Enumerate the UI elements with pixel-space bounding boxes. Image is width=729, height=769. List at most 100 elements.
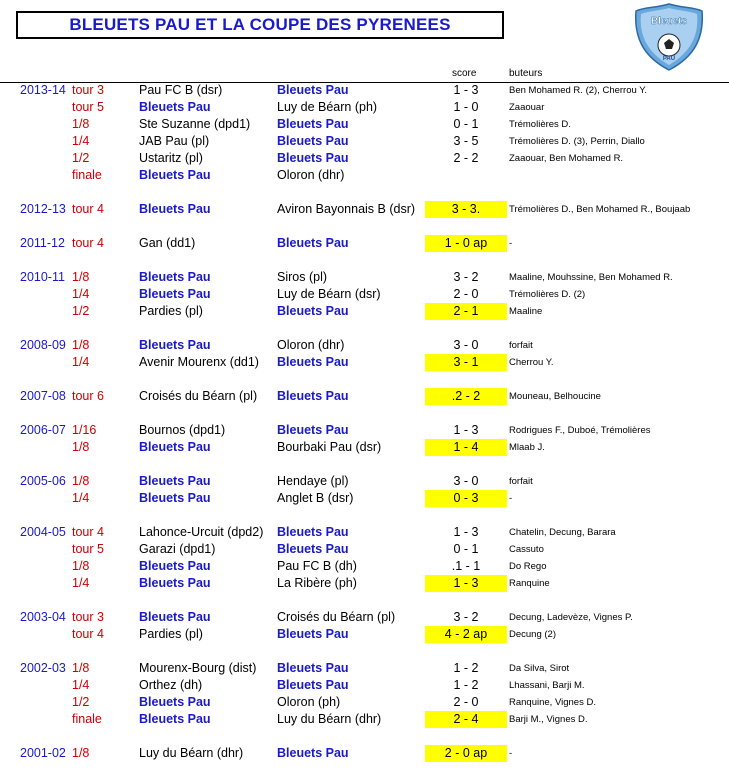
match-score: 0 - 3: [425, 490, 507, 507]
match-score: 1 - 3: [453, 83, 479, 97]
round-label: tour 4: [72, 202, 104, 216]
home-team: Bleuets Pau: [139, 100, 211, 114]
round-label: 1/4: [72, 576, 90, 590]
home-team: JAB Pau (pl): [139, 134, 210, 148]
home-team: Garazi (dpd1): [139, 542, 216, 556]
page-title: BLEUETS PAU ET LA COUPE DES PYRENEES: [16, 11, 504, 39]
home-team: Pau FC B (dsr): [139, 83, 223, 97]
home-team: Bleuets Pau: [139, 576, 211, 590]
round-label: tour 4: [72, 525, 104, 539]
match-row: 1/2 Bleuets Pau Oloron (ph) 2 - 0 Ranquine, …: [0, 694, 729, 711]
match-row: 1/8 Ste Suzanne (dpd1) Bleuets Pau 0 - 1 Tré…: [0, 116, 729, 133]
round-label: finale: [72, 168, 102, 182]
match-row: 2003-04 tour 3 Bleuets Pau Croisés du Béarn…: [0, 609, 729, 626]
scorers-list: Rodrigues F., Duboé, Trémolières: [509, 425, 651, 436]
away-team: Luy de Béarn (ph): [277, 100, 378, 114]
match-score: 0 - 1: [453, 117, 479, 131]
round-label: 1/8: [72, 117, 90, 131]
scorers-list: Do Rego: [509, 561, 547, 572]
club-logo: Bleuets PAU: [634, 3, 704, 71]
away-team: Bleuets Pau: [277, 678, 349, 692]
match-row: 1/4 JAB Pau (pl) Bleuets Pau 3 - 5 Trémolièr…: [0, 133, 729, 150]
home-team: Bleuets Pau: [139, 712, 211, 726]
match-row: 2010-11 1/8 Bleuets Pau Siros (pl) 3 - 2 Maal…: [0, 269, 729, 286]
match-score: 3 - 1: [425, 354, 507, 371]
scorers-list: -: [509, 748, 513, 759]
season-label: 2005-06: [20, 474, 66, 488]
match-row: 1/4 Bleuets Pau Anglet B (dsr) 0 - 3-: [0, 490, 729, 507]
match-row: 2007-08 tour 6 Croisés du Béarn (pl) Bleuet…: [0, 388, 729, 405]
round-label: 1/8: [72, 746, 90, 760]
scorers-list: forfait: [509, 476, 533, 487]
away-team: Bleuets Pau: [277, 661, 349, 675]
round-label: tour 5: [72, 542, 104, 556]
home-team: Bleuets Pau: [139, 491, 211, 505]
match-row: 2002-03 1/8 Mourenx-Bourg (dist) Bleuets Pa…: [0, 660, 729, 677]
scorers-list: Zaaouar, Ben Mohamed R.: [509, 153, 624, 164]
match-row: 2011-12 tour 4 Gan (dd1) Bleuets Pau 1 - 0 a…: [0, 235, 729, 252]
season-label: 2002-03: [20, 661, 66, 675]
home-team: Lahonce-Urcuit (dpd2): [139, 525, 264, 539]
round-label: 1/8: [72, 338, 90, 352]
away-team: Bleuets Pau: [277, 151, 349, 165]
round-label: 1/8: [72, 661, 90, 675]
match-score: 2 - 0 ap: [425, 745, 507, 762]
match-row: 2006-07 1/16 Bournos (dpd1) Bleuets Pau 1 - …: [0, 422, 729, 439]
match-score: 1 - 0: [453, 100, 479, 114]
home-team: Bleuets Pau: [139, 168, 211, 182]
round-label: 1/8: [72, 474, 90, 488]
home-team: Bleuets Pau: [139, 440, 211, 454]
away-team: Hendaye (pl): [277, 474, 349, 488]
home-team: Ustaritz (pl): [139, 151, 203, 165]
match-score: 4 - 2 ap: [425, 626, 507, 643]
away-team: Bleuets Pau: [277, 746, 349, 760]
scorers-list: forfait: [509, 340, 533, 351]
home-team: Pardies (pl): [139, 627, 203, 641]
home-team: Pardies (pl): [139, 304, 203, 318]
round-label: 1/4: [72, 134, 90, 148]
scorers-list: Decung, Ladevèze, Vignes P.: [509, 612, 633, 623]
scorers-list: Lhassani, Barji M.: [509, 680, 585, 691]
match-row: tour 4 Pardies (pl) Bleuets Pau 4 - 2 ap Dec…: [0, 626, 729, 643]
away-team: Oloron (ph): [277, 695, 341, 709]
match-row: 1/8 Bleuets Pau Pau FC B (dh) .1 - 1 Do Rego: [0, 558, 729, 575]
scorers-list: Chatelin, Decung, Barara: [509, 527, 616, 538]
home-team: Bleuets Pau: [139, 695, 211, 709]
scorers-list: Zaaouar: [509, 102, 545, 113]
match-row: 1/4 Avenir Mourenx (dd1) Bleuets Pau 3 - 1C…: [0, 354, 729, 371]
season-label: 2008-09: [20, 338, 66, 352]
away-team: Anglet B (dsr): [277, 491, 354, 505]
scorers-list: Cassuto: [509, 544, 544, 555]
match-row: tour 5 Garazi (dpd1) Bleuets Pau 0 - 1 Cassu…: [0, 541, 729, 558]
scorers-list: Barji M., Vignes D.: [509, 714, 588, 725]
match-score: .2 - 2: [425, 388, 507, 405]
away-team: Oloron (dhr): [277, 338, 345, 352]
home-team: Bleuets Pau: [139, 474, 211, 488]
home-team: Bleuets Pau: [139, 270, 211, 284]
round-label: 1/4: [72, 678, 90, 692]
round-label: tour 3: [72, 610, 104, 624]
round-label: tour 5: [72, 100, 104, 114]
match-score: 0 - 1: [453, 542, 479, 556]
away-team: Croisés du Béarn (pl): [277, 610, 396, 624]
scorers-list: Cherrou Y.: [509, 357, 554, 368]
round-label: 1/8: [72, 559, 90, 573]
match-score: 3 - 3.: [425, 201, 507, 218]
home-team: Ste Suzanne (dpd1): [139, 117, 251, 131]
season-label: 2012-13: [20, 202, 66, 216]
away-team: Bourbaki Pau (dsr): [277, 440, 382, 454]
home-team: Bleuets Pau: [139, 287, 211, 301]
scorers-header: buteurs: [509, 68, 543, 79]
scorers-list: -: [509, 238, 513, 249]
score-header: score: [452, 68, 477, 79]
away-team: Luy de Béarn (dsr): [277, 287, 381, 301]
season-label: 2007-08: [20, 389, 66, 403]
home-team: Bleuets Pau: [139, 559, 211, 573]
scorers-list: Da Silva, Sirot: [509, 663, 570, 674]
away-team: Aviron Bayonnais B (dsr): [277, 202, 416, 216]
away-team: Siros (pl): [277, 270, 328, 284]
match-score: 3 - 0: [453, 338, 479, 352]
away-team: Bleuets Pau: [277, 389, 349, 403]
scorers-list: Ranquine: [509, 578, 550, 589]
scorers-list: Trémolières D. (2): [509, 289, 586, 300]
